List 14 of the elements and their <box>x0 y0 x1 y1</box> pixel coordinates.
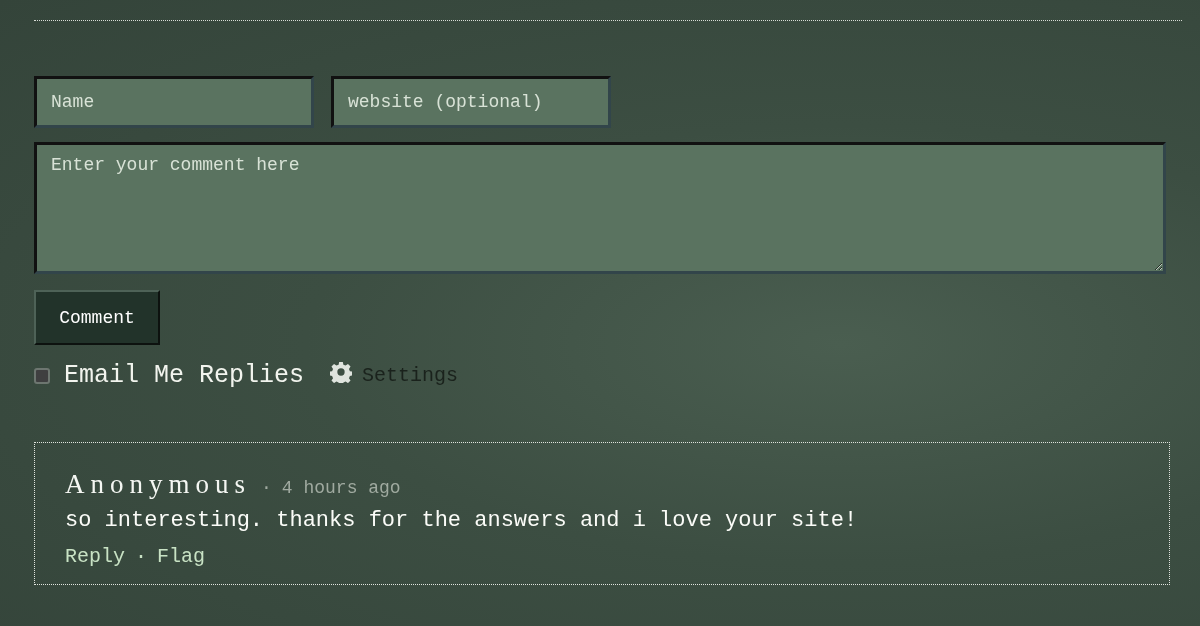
email-replies-checkbox[interactable] <box>34 367 50 384</box>
comment-text: so interesting. thanks for the answers and i love your site! <box>65 508 859 533</box>
comment-button[interactable]: Comment <box>34 290 160 345</box>
website-field[interactable]: website (optional) <box>331 76 611 128</box>
comment-field[interactable]: Enter your comment here <box>34 142 1166 274</box>
comment-action-link[interactable]: Flag <box>157 545 206 568</box>
comment-action-link[interactable]: Reply <box>65 545 125 568</box>
comment-author: Anonymous <box>65 469 251 500</box>
settings-icon[interactable] <box>330 360 353 383</box>
comment-time: 4 hours ago <box>281 478 401 498</box>
meta-separator: · <box>261 478 272 498</box>
email-replies-label: Email Me Replies <box>64 361 305 390</box>
name-field[interactable]: Name <box>34 76 314 128</box>
action-separator: · <box>135 545 148 568</box>
